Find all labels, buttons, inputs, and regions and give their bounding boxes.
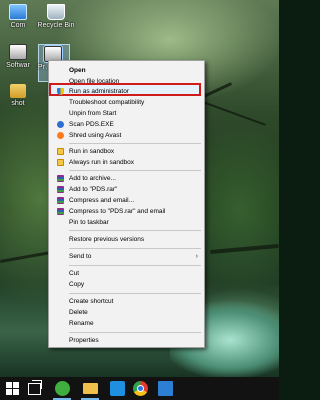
recycle-bin-icon bbox=[47, 4, 65, 20]
menu-item-label: Pin to taskbar bbox=[69, 219, 109, 226]
menu-item-open[interactable]: Open bbox=[49, 65, 204, 76]
task-view-icon[interactable] bbox=[28, 380, 42, 395]
chevron-right-icon: › bbox=[195, 253, 198, 260]
desktop-icon-label: Com bbox=[10, 22, 26, 29]
menu-separator bbox=[69, 143, 201, 144]
computer-icon bbox=[9, 4, 27, 20]
menu-item-label: Cut bbox=[69, 270, 80, 277]
desktop-icon-recycle-bin[interactable]: Recycle Bin bbox=[34, 4, 78, 30]
menu-item-label: Run in sandbox bbox=[69, 148, 115, 155]
menu-item-label: Restore previous versions bbox=[69, 236, 145, 243]
menu-item-compress-to-rar-and-email[interactable]: Compress to "PDS.rar" and email bbox=[49, 206, 204, 217]
chrome-icon[interactable] bbox=[133, 381, 148, 396]
wallpaper-branch bbox=[199, 100, 267, 126]
menu-separator bbox=[69, 332, 201, 333]
wallpaper-branch bbox=[209, 243, 279, 254]
desktop-icon-label: shot bbox=[11, 100, 25, 107]
winrar-icon bbox=[57, 208, 64, 215]
menu-item-add-to-rar[interactable]: Add to "PDS.rar" bbox=[49, 184, 204, 195]
menu-item-rename[interactable]: Rename bbox=[49, 318, 204, 329]
desktop-icon-label: Softwar bbox=[6, 62, 30, 69]
menu-item-label: Rename bbox=[69, 320, 94, 327]
application-icon bbox=[9, 44, 27, 60]
taskbar bbox=[0, 377, 279, 400]
menu-item-properties[interactable]: Properties bbox=[49, 335, 204, 346]
desktop-background: Com Recycle Bin Softwar Pr… Prov shot Op… bbox=[0, 0, 279, 377]
context-menu: Open Open file location Run as administr… bbox=[48, 60, 205, 348]
menu-item-restore-previous-versions[interactable]: Restore previous versions bbox=[49, 234, 204, 245]
menu-item-send-to[interactable]: Send to › bbox=[49, 251, 204, 262]
menu-item-label: Unpin from Start bbox=[69, 110, 117, 117]
menu-item-label: Properties bbox=[69, 337, 99, 344]
menu-item-label: Send to bbox=[69, 253, 92, 260]
menu-item-label: Scan PDS.EXE bbox=[69, 121, 114, 128]
menu-item-label: Compress and email... bbox=[69, 197, 135, 204]
menu-separator bbox=[69, 170, 201, 171]
menu-item-copy[interactable]: Copy bbox=[49, 279, 204, 290]
menu-item-always-run-in-sandbox[interactable]: Always run in sandbox bbox=[49, 157, 204, 168]
menu-item-run-in-sandbox[interactable]: Run in sandbox bbox=[49, 146, 204, 157]
menu-item-cut[interactable]: Cut bbox=[49, 268, 204, 279]
menu-item-create-shortcut[interactable]: Create shortcut bbox=[49, 296, 204, 307]
desktop-icon-shot[interactable]: shot bbox=[0, 84, 40, 108]
menu-item-label: Run as administrator bbox=[69, 88, 129, 95]
store-icon[interactable] bbox=[110, 381, 125, 396]
menu-separator bbox=[69, 293, 201, 294]
sandbox-icon bbox=[57, 148, 64, 155]
menu-item-label: Open bbox=[69, 67, 86, 74]
menu-item-shred-using-avast[interactable]: Shred using Avast bbox=[49, 130, 204, 141]
menu-item-label: Add to "PDS.rar" bbox=[69, 186, 118, 193]
image-file-icon bbox=[10, 84, 26, 98]
winrar-icon bbox=[57, 186, 64, 193]
desktop-icon-label: Recycle Bin bbox=[37, 22, 75, 29]
menu-item-label: Copy bbox=[69, 281, 85, 288]
menu-item-label: Add to archive... bbox=[69, 175, 116, 182]
menu-item-run-as-administrator[interactable]: Run as administrator bbox=[49, 86, 204, 97]
winrar-icon bbox=[57, 197, 64, 204]
avast-icon bbox=[57, 132, 64, 139]
menu-item-label: Shred using Avast bbox=[69, 132, 122, 139]
menu-item-pin-to-taskbar[interactable]: Pin to taskbar bbox=[49, 217, 204, 228]
menu-item-label: Create shortcut bbox=[69, 298, 114, 305]
menu-item-add-to-archive[interactable]: Add to archive... bbox=[49, 173, 204, 184]
menu-item-label: Troubleshoot compatibility bbox=[69, 99, 145, 106]
menu-item-label: Always run in sandbox bbox=[69, 159, 135, 166]
menu-item-label: Compress to "PDS.rar" and email bbox=[69, 208, 166, 215]
sandbox-icon bbox=[57, 159, 64, 166]
menu-item-compress-and-email[interactable]: Compress and email... bbox=[49, 195, 204, 206]
menu-item-troubleshoot-compatibility[interactable]: Troubleshoot compatibility bbox=[49, 97, 204, 108]
menu-item-delete[interactable]: Delete bbox=[49, 307, 204, 318]
winrar-icon bbox=[57, 175, 64, 182]
uac-shield-icon bbox=[57, 88, 64, 95]
file-explorer-icon[interactable] bbox=[83, 383, 98, 394]
avast-icon[interactable] bbox=[55, 381, 70, 396]
defender-icon bbox=[57, 121, 64, 128]
menu-item-unpin-from-start[interactable]: Unpin from Start bbox=[49, 108, 204, 119]
photos-icon[interactable] bbox=[158, 381, 173, 396]
start-icon[interactable] bbox=[5, 381, 20, 396]
menu-item-scan[interactable]: Scan PDS.EXE bbox=[49, 119, 204, 130]
menu-separator bbox=[69, 230, 201, 231]
menu-item-label: Delete bbox=[69, 309, 88, 316]
menu-separator bbox=[69, 265, 201, 266]
menu-separator bbox=[69, 248, 201, 249]
